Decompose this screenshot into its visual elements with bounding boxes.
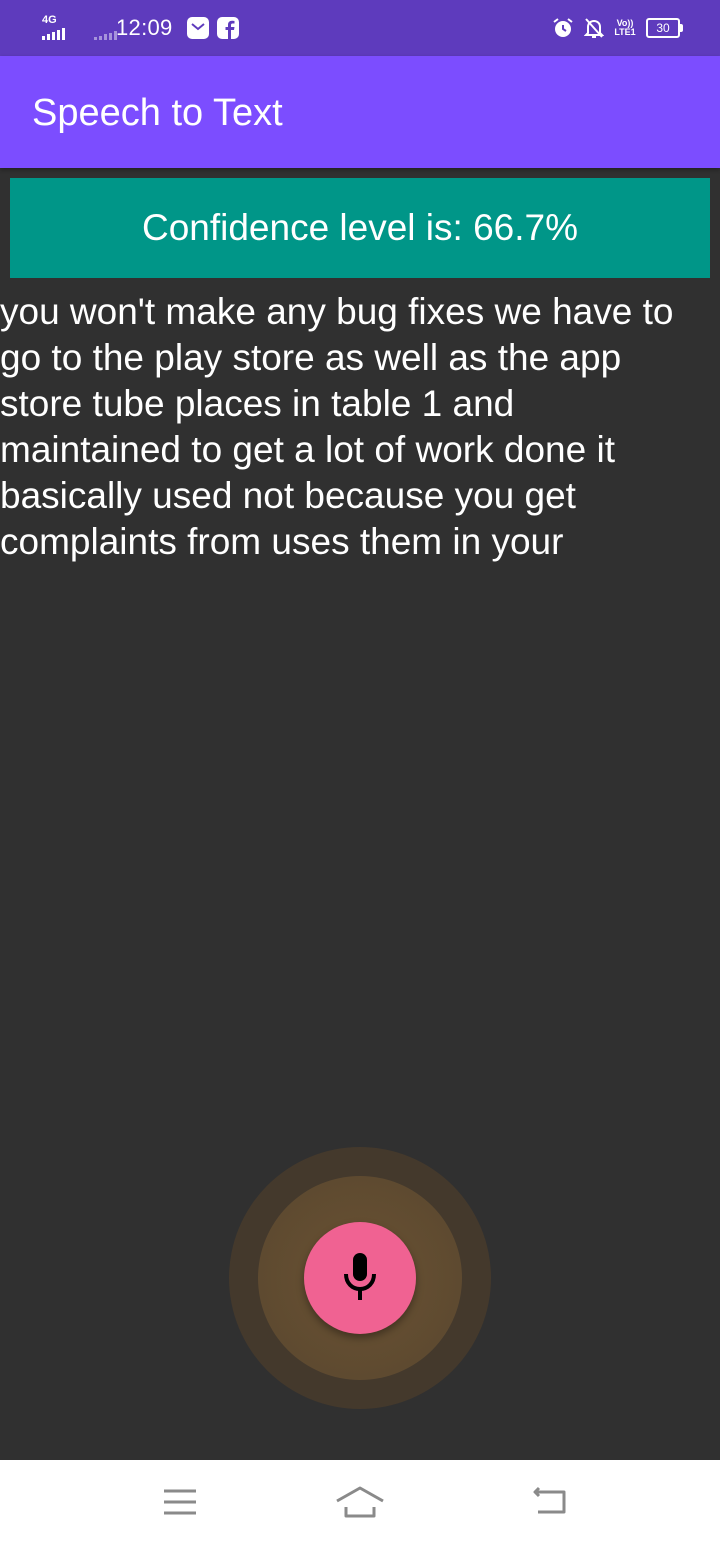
menu-icon [162, 1487, 198, 1517]
network-type-label: 4G [42, 14, 57, 26]
nav-menu-button[interactable] [130, 1460, 230, 1544]
alarm-icon [552, 17, 574, 39]
status-bar-right: Vo)) LTE1 30 [552, 0, 683, 56]
back-icon [530, 1486, 570, 1518]
signal-secondary-icon [86, 14, 117, 42]
home-icon [335, 1485, 385, 1519]
volte-icon: Vo)) LTE1 [614, 19, 636, 37]
signal-icon: 4G [40, 14, 76, 42]
app-title: Speech to Text [32, 92, 283, 134]
status-time: 12:09 [116, 15, 173, 40]
mic-button[interactable] [304, 1222, 416, 1334]
notifications-off-icon [583, 17, 605, 39]
battery-level: 30 [656, 21, 670, 35]
nav-home-button[interactable] [310, 1460, 410, 1544]
lte-label: LTE1 [614, 27, 636, 37]
nav-back-button[interactable] [500, 1460, 600, 1544]
confidence-banner: Confidence level is: 66.7% [10, 178, 710, 278]
status-bar-left: 4G 12:09 [40, 0, 247, 56]
navigation-bar [0, 1460, 720, 1544]
app-bar: Speech to Text [0, 56, 720, 168]
transcript-text: you won't make any bug fixes we have to … [0, 291, 674, 562]
status-bar: 4G 12:09 Vo)) LTE1 30 [0, 0, 720, 56]
facebook-icon [216, 17, 239, 39]
mail-icon [186, 17, 209, 39]
microphone-icon [338, 1250, 382, 1306]
battery-icon: 30 [646, 18, 683, 38]
